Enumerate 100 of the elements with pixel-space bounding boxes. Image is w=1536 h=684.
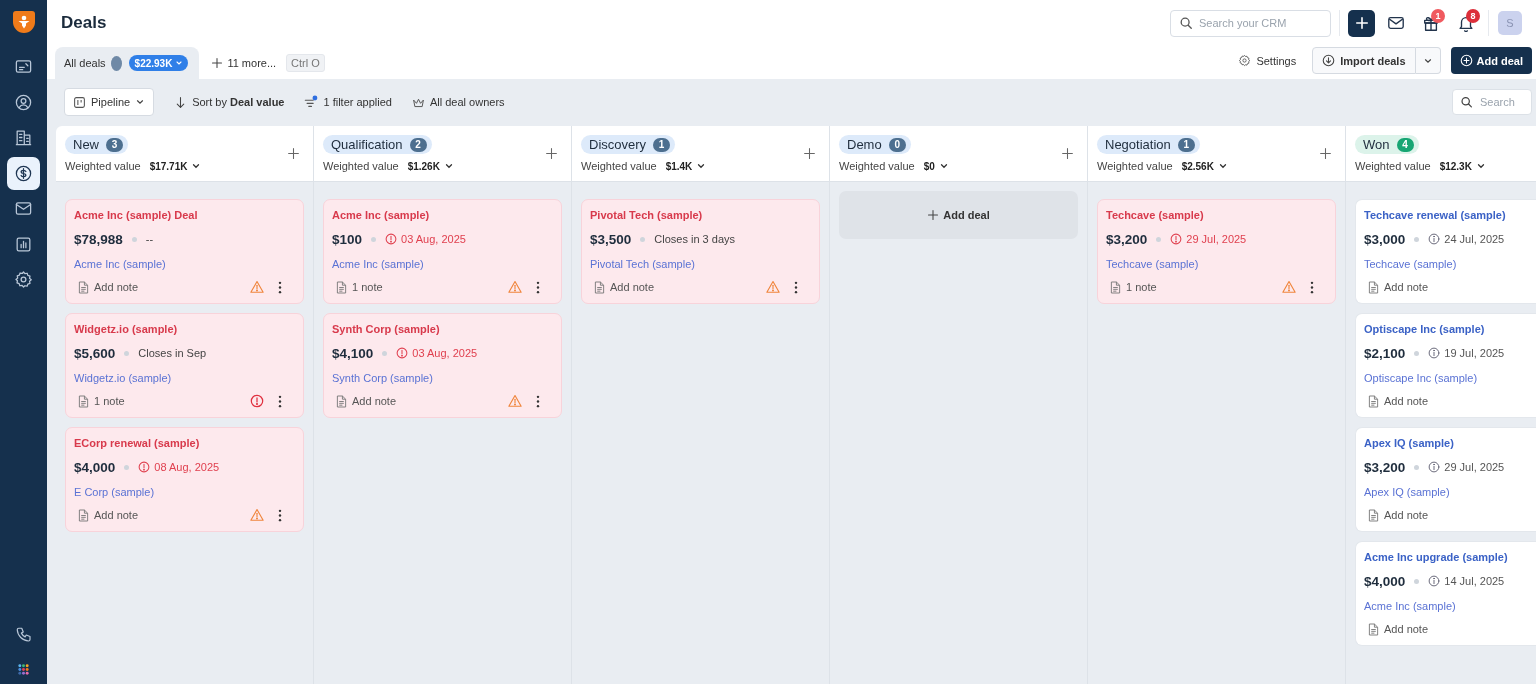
close-date: 29 Jul, 2025 xyxy=(1186,233,1247,245)
add-to-stage-button[interactable] xyxy=(545,147,558,160)
company-link[interactable]: Acme Inc (sample) xyxy=(74,257,166,271)
company-link[interactable]: Synth Corp (sample) xyxy=(332,371,433,385)
company-link[interactable]: Pivotal Tech (sample) xyxy=(590,257,695,271)
deal-card[interactable]: Acme Inc upgrade (sample) $4,000 14 Jul, 2025 Acme Inc (sample) Add note xyxy=(1355,541,1536,646)
deal-card[interactable]: Widgetz.io (sample) $5,600 Closes in Sep Widgetz.io (sample) 1 note xyxy=(65,313,304,418)
deal-title[interactable]: Acme Inc (sample) Deal xyxy=(74,208,198,222)
company-link[interactable]: Techcave (sample) xyxy=(1106,257,1199,271)
deal-title[interactable]: Acme Inc upgrade (sample) xyxy=(1364,550,1508,564)
note-button[interactable]: 1 note xyxy=(332,280,383,294)
weighted-value[interactable]: $0 xyxy=(923,160,949,172)
deal-amount: $4,000 xyxy=(74,459,116,475)
chevron-down-icon xyxy=(696,161,707,171)
separator-dot xyxy=(382,350,388,356)
filter-button[interactable]: 1 filter applied xyxy=(304,95,392,109)
close-date: 03 Aug, 2025 xyxy=(412,347,478,359)
deal-card[interactable]: Apex IQ (sample) $3,200 29 Jul, 2025 Apex IQ (sample) Add note xyxy=(1355,427,1536,532)
note-button[interactable]: Add note xyxy=(1364,622,1429,636)
create-button[interactable] xyxy=(1348,9,1375,37)
deal-card[interactable]: Pivotal Tech (sample) $3,500 Closes in 3 days Pivotal Tech (sample) Add note xyxy=(581,199,820,304)
company-link[interactable]: Techcave (sample) xyxy=(1364,257,1457,271)
deal-card[interactable]: Optiscape Inc (sample) $2,100 19 Jul, 2025 Optiscape Inc (sample) Add note xyxy=(1355,313,1536,418)
stage-name: Negotiation xyxy=(1105,137,1171,152)
company-link[interactable]: Apex IQ (sample) xyxy=(1364,485,1450,499)
deal-amount: $3,200 xyxy=(1106,231,1148,247)
info-icon xyxy=(1428,233,1441,245)
logo-icon[interactable] xyxy=(11,10,36,34)
close-date: Closes in 3 days xyxy=(654,233,735,245)
gift-icon xyxy=(1422,14,1440,32)
note-button[interactable]: 1 note xyxy=(74,394,125,408)
note-button[interactable]: Add note xyxy=(1364,394,1429,408)
weighted-value[interactable]: $2.56K xyxy=(1181,160,1228,172)
add-to-stage-button[interactable] xyxy=(287,147,300,160)
sort-button[interactable]: Sort by Deal value xyxy=(174,95,285,109)
count-badge: 4 xyxy=(1396,137,1414,152)
deal-card[interactable]: Techcave renewal (sample) $3,000 24 Jul, 2025 Techcave (sample) Add note xyxy=(1355,199,1536,304)
plus-circle-icon xyxy=(1459,54,1473,67)
deal-title[interactable]: Apex IQ (sample) xyxy=(1364,436,1454,450)
deal-card[interactable]: ECorp renewal (sample) $4,000 08 Aug, 2025 E Corp (sample) Add note xyxy=(65,427,304,532)
count-badge: 0 xyxy=(888,137,906,152)
deal-amount: $4,100 xyxy=(332,345,374,361)
more-views-button[interactable]: 11 more... xyxy=(209,54,279,71)
search-field[interactable]: Search your CRM xyxy=(1170,9,1331,37)
add-deal-placeholder[interactable]: Add deal xyxy=(839,191,1078,239)
close-date: 03 Aug, 2025 xyxy=(401,233,466,245)
notifications-button[interactable]: 8 xyxy=(1452,9,1480,37)
bell-icon xyxy=(1457,14,1475,32)
deal-card[interactable]: Synth Corp (sample) $4,100 03 Aug, 2025 Synth Corp (sample) Add note xyxy=(323,313,562,418)
owners-button[interactable]: All deal owners xyxy=(411,95,505,109)
deal-title[interactable]: Techcave renewal (sample) xyxy=(1364,208,1506,222)
deal-card[interactable]: Acme Inc (sample) $100 03 Aug, 2025 Acme Inc (sample) 1 note xyxy=(323,199,562,304)
note-icon xyxy=(1368,394,1379,408)
company-link[interactable]: E Corp (sample) xyxy=(74,485,155,499)
add-to-stage-button[interactable] xyxy=(803,147,816,160)
deal-card[interactable]: Acme Inc (sample) Deal $78,988 -- Acme Inc (sample) Add note xyxy=(65,199,304,304)
id-card-icon xyxy=(14,57,33,76)
deal-title[interactable]: Pivotal Tech (sample) xyxy=(590,208,703,222)
note-button[interactable]: Add note xyxy=(332,394,397,408)
note-button[interactable]: Add note xyxy=(1364,280,1429,294)
search-field[interactable]: Search xyxy=(1452,89,1532,115)
note-button[interactable]: Add note xyxy=(74,508,139,522)
note-button[interactable]: Add note xyxy=(1364,508,1429,522)
view-tab[interactable]: All deals $22.93K xyxy=(55,47,200,79)
deal-title[interactable]: Acme Inc (sample) xyxy=(332,208,430,222)
add-to-stage-button[interactable] xyxy=(1319,147,1332,160)
deal-title[interactable]: Optiscape Inc (sample) xyxy=(1364,322,1485,336)
view-dropdown[interactable]: Pipeline xyxy=(64,88,155,116)
add-to-stage-button[interactable] xyxy=(1061,147,1074,160)
apps-grid-icon[interactable] xyxy=(18,664,29,675)
company-link[interactable]: Acme Inc (sample) xyxy=(1364,599,1456,613)
deal-title[interactable]: ECorp renewal (sample) xyxy=(74,436,200,450)
deal-title[interactable]: Synth Corp (sample) xyxy=(332,322,440,336)
total-value-pill[interactable]: $22.93K xyxy=(128,55,189,71)
count-badge: 1 xyxy=(653,137,671,152)
company-link[interactable]: Optiscape Inc (sample) xyxy=(1364,371,1478,385)
user-icon xyxy=(14,92,33,112)
weighted-value[interactable]: $1.26K xyxy=(407,160,454,172)
weighted-value[interactable]: $17.71K xyxy=(149,160,202,172)
nav-button[interactable] xyxy=(7,156,40,190)
company-link[interactable]: Acme Inc (sample) xyxy=(332,257,424,271)
phone-icon[interactable] xyxy=(14,626,33,644)
deal-card[interactable]: Techcave (sample) $3,200 29 Jul, 2025 Techcave (sample) 1 note xyxy=(1097,199,1336,304)
add-deal-button[interactable]: Add deal xyxy=(1450,47,1532,74)
chevron-down-icon xyxy=(175,59,184,67)
note-button[interactable]: Add note xyxy=(74,280,139,294)
settings-button[interactable]: Settings xyxy=(1236,54,1299,67)
weighted-value[interactable]: $1.4K xyxy=(665,160,707,172)
more-icon xyxy=(278,394,282,408)
note-button[interactable]: Add note xyxy=(590,280,655,294)
building-icon xyxy=(14,128,33,147)
settings-icon xyxy=(1238,54,1252,67)
search-icon xyxy=(1179,16,1193,30)
count-badge: 2 xyxy=(409,137,427,152)
weighted-value[interactable]: $12.3K xyxy=(1439,160,1486,172)
note-button[interactable]: 1 note xyxy=(1106,280,1157,294)
company-link[interactable]: Widgetz.io (sample) xyxy=(74,371,172,385)
deal-title[interactable]: Widgetz.io (sample) xyxy=(74,322,178,336)
import-button[interactable]: Import deals xyxy=(1312,47,1416,74)
deal-title[interactable]: Techcave (sample) xyxy=(1106,208,1204,222)
